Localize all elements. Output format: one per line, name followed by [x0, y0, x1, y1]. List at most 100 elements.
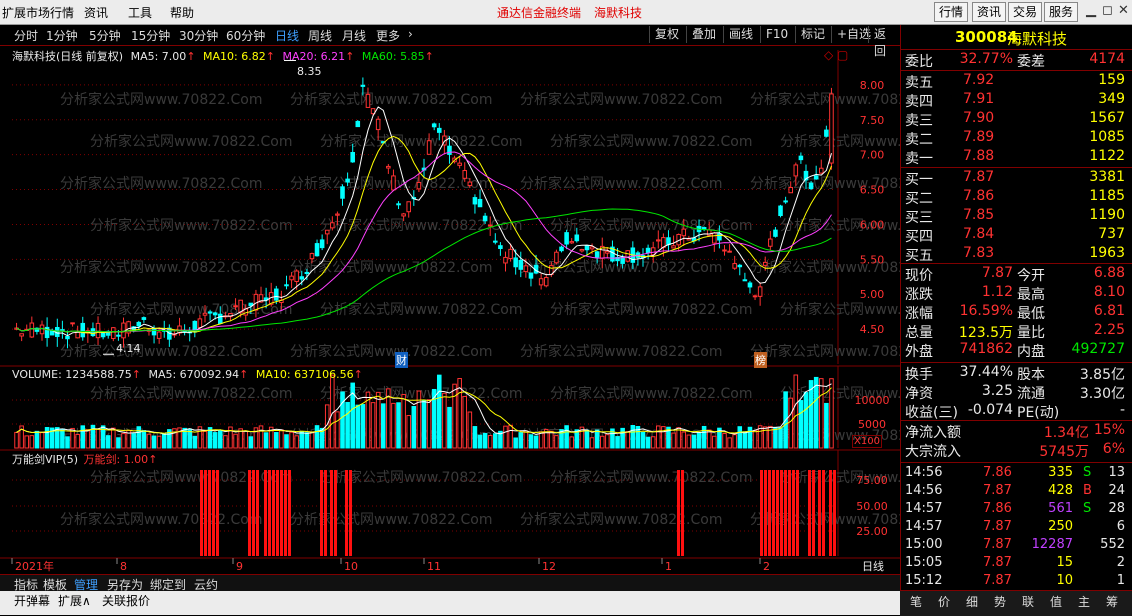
quote-tab[interactable]: 主 — [1078, 593, 1090, 610]
quote-tab[interactable]: 值 — [1050, 593, 1062, 610]
period-tab-1min[interactable]: 1分钟 — [46, 27, 78, 44]
mark-button[interactable]: 标记 — [795, 26, 830, 43]
bid-label: 买五 — [905, 248, 933, 264]
quote-tab[interactable]: 势 — [994, 593, 1006, 610]
period-tab-more[interactable]: 更多 — [376, 27, 400, 44]
expand-button[interactable]: 扩展∧ — [58, 592, 91, 609]
f10-button[interactable]: F10 — [760, 26, 793, 43]
quote-tab[interactable]: 价 — [938, 593, 950, 610]
finance-marker[interactable]: 财 — [395, 352, 408, 368]
volume-bar — [304, 432, 310, 449]
menu-item-help[interactable]: 帮助 — [170, 4, 194, 21]
volume-bar — [85, 429, 91, 449]
ma20-legend: MA20: 6.21 — [282, 50, 346, 63]
volume-bar — [217, 430, 223, 449]
period-tab-5min[interactable]: 5分钟 — [89, 27, 121, 44]
candle-body — [818, 167, 824, 174]
volume-bar — [355, 404, 361, 449]
volume-bar — [472, 426, 478, 449]
volume-bar — [594, 429, 600, 449]
candle-body — [330, 222, 335, 229]
quote-button[interactable]: 行情 — [934, 2, 969, 22]
period-tab-30min[interactable]: 30分钟 — [179, 27, 218, 44]
stat-value: 123.5万 — [958, 325, 1013, 341]
period-tab-15min[interactable]: 15分钟 — [131, 27, 170, 44]
candle-body — [340, 186, 345, 199]
volume-bar — [656, 425, 661, 449]
menu-item-tools[interactable]: 工具 — [128, 4, 152, 21]
chevron-right-icon[interactable]: › — [408, 27, 413, 41]
volume-bar — [294, 435, 299, 449]
danmaku-button[interactable]: 开弹幕 — [14, 592, 50, 609]
period-tab-daily[interactable]: 日线 — [275, 27, 299, 44]
volume-bar — [676, 427, 681, 449]
flow-label: 大宗流入 — [905, 444, 961, 460]
tick-volume: 561 — [1048, 501, 1073, 516]
fundamental-value: 37.44% — [959, 364, 1013, 380]
period-tab-monthly[interactable]: 月线 — [342, 27, 366, 44]
candle-body — [762, 261, 768, 266]
watermark-text: 分析家公式网www.70822.Com — [90, 217, 292, 234]
trade-button[interactable]: 交易 — [1008, 2, 1043, 22]
stat-row: 涨幅 16.59% 最低 6.81 — [901, 303, 1132, 322]
back-button[interactable]: 返回 — [868, 26, 900, 58]
volume-bar — [696, 431, 702, 449]
tick-volume: 428 — [1048, 483, 1073, 498]
tick-count: 24 — [1108, 483, 1125, 498]
volume-bar — [258, 425, 264, 449]
candle-body — [238, 299, 243, 313]
stat-value: 7.87 — [981, 265, 1013, 281]
ask-price: 7.90 — [963, 110, 995, 126]
candle-body — [732, 263, 737, 269]
volume-bar — [793, 374, 799, 449]
period-tab-weekly[interactable]: 周线 — [308, 27, 332, 44]
minimize-icon[interactable]: ▁ — [1086, 3, 1096, 18]
candle-body — [294, 270, 299, 282]
chart-settings-icon[interactable]: ◇ ▢ — [824, 48, 848, 62]
candle-body — [472, 197, 478, 205]
quote-tab[interactable]: 笔 — [910, 593, 922, 610]
ranking-marker[interactable]: 榜 — [754, 352, 767, 368]
tick-row: 15:12 7.87 10 1 — [901, 573, 1132, 591]
period-tab-60min[interactable]: 60分钟 — [226, 27, 265, 44]
volume-bar — [493, 433, 498, 449]
volume-bar — [727, 437, 732, 449]
menu-item-info[interactable]: 资讯 — [84, 4, 108, 21]
period-tab-fenshi[interactable]: 分时 — [14, 27, 38, 44]
maximize-icon[interactable]: ◻ — [1102, 3, 1113, 18]
ask-price: 7.91 — [963, 91, 995, 107]
signal-bar — [677, 470, 680, 556]
overlay-button[interactable]: 叠加 — [686, 26, 721, 43]
quote-tab[interactable]: 细 — [966, 593, 978, 610]
close-icon[interactable]: ✕ — [1118, 3, 1129, 18]
adjust-button[interactable]: 复权 — [649, 26, 684, 43]
draw-line-button[interactable]: 画线 — [723, 26, 758, 43]
quote-tab[interactable]: 筹 — [1106, 593, 1118, 610]
stock-header: 300084 海默科技 — [901, 28, 1132, 48]
volume-bar — [284, 434, 289, 449]
candle-body — [151, 328, 157, 336]
tick-time: 14:56 — [905, 483, 943, 498]
volume-bar — [279, 429, 284, 449]
volume-bar — [640, 431, 646, 449]
candle-body — [365, 93, 371, 108]
watermark-text: 分析家公式网www.70822.Com — [90, 469, 292, 486]
news-button[interactable]: 资讯 — [972, 2, 1007, 22]
candle-body — [747, 282, 753, 288]
price-axis-label: 8.00 — [860, 79, 885, 92]
quote-tab[interactable]: 联 — [1022, 593, 1034, 610]
volume-bar — [151, 435, 157, 449]
quote-panel: 300084 海默科技 委比 32.77% 委差 4174 卖五 7.92 159 卖… — [900, 25, 1132, 590]
price-axis-label: 6.00 — [860, 218, 885, 231]
indicator-axis-label: 25.00 — [856, 525, 888, 538]
menu-item-extended-market[interactable]: 扩展市场行情 — [2, 4, 74, 21]
signal-bar — [764, 470, 767, 556]
candle-body — [498, 245, 503, 249]
service-button[interactable]: 服务 — [1044, 2, 1079, 22]
volume-bar — [523, 430, 529, 449]
volume-bar — [314, 425, 320, 449]
kline-chart-area[interactable]: 分析家公式网www.70822.Com 分析家公式网www.70822.Com 分析… — [0, 46, 900, 576]
candle-body — [594, 251, 600, 258]
related-quote-button[interactable]: 关联报价 — [102, 592, 150, 609]
signal-bar — [792, 470, 795, 556]
